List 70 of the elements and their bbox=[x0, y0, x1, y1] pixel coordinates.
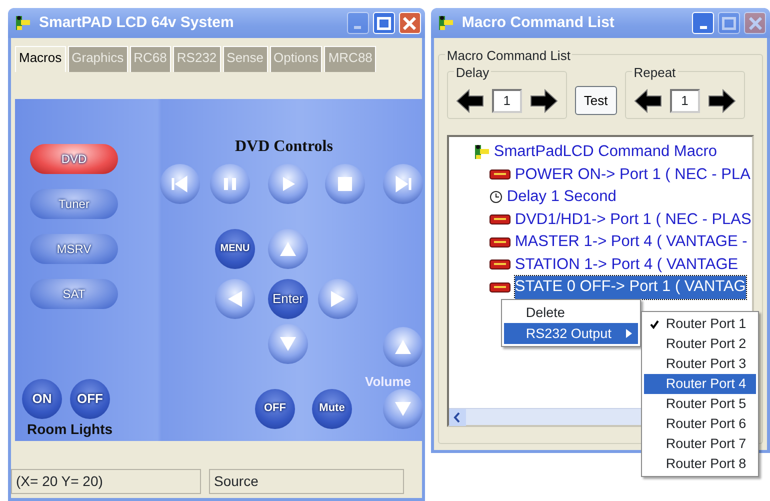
stop-button[interactable] bbox=[325, 164, 365, 204]
close-button[interactable] bbox=[398, 12, 421, 34]
left-arrow-icon[interactable] bbox=[634, 88, 662, 114]
round-button[interactable]: OFF bbox=[255, 388, 295, 428]
device-icon bbox=[488, 213, 511, 226]
menu-item[interactable]: RS232 Output bbox=[504, 322, 638, 344]
prev-button[interactable] bbox=[160, 164, 200, 204]
next-icon bbox=[393, 174, 413, 194]
menu-item[interactable]: Router Port 6 bbox=[644, 414, 756, 434]
checkmark-icon bbox=[650, 320, 659, 328]
status-text: (X= 20 Y= 20) bbox=[11, 469, 201, 494]
menu-item[interactable]: Delete bbox=[504, 302, 638, 322]
right-arrow-icon[interactable] bbox=[530, 88, 558, 114]
close-icon bbox=[748, 16, 762, 30]
tree-item[interactable]: SmartPadLCD Command Macro bbox=[494, 141, 717, 164]
device-icon bbox=[488, 168, 511, 182]
round-button[interactable]: OFF bbox=[70, 378, 110, 418]
tree-item[interactable]: STATE 0 OFF-> Port 1 ( VANTAG bbox=[514, 276, 746, 298]
app-icon bbox=[472, 144, 490, 160]
window-title: SmartPAD LCD 64v System bbox=[39, 12, 235, 33]
maximize-button[interactable] bbox=[372, 12, 395, 34]
left-button[interactable] bbox=[215, 278, 255, 318]
menu-item[interactable]: Router Port 4 bbox=[644, 374, 756, 394]
minimize-icon bbox=[700, 26, 706, 29]
right-arrow-icon[interactable] bbox=[708, 88, 736, 114]
down-button[interactable] bbox=[383, 388, 423, 428]
round-button[interactable]: MENU bbox=[215, 228, 255, 268]
menu-item[interactable]: Router Port 8 bbox=[644, 454, 756, 474]
delay-field[interactable]: 1 bbox=[492, 89, 522, 113]
tab[interactable]: Macros bbox=[15, 46, 66, 72]
next-button[interactable] bbox=[383, 164, 423, 204]
menu-item[interactable]: Router Port 3 bbox=[644, 354, 756, 374]
previous-icon bbox=[170, 174, 190, 194]
round-button[interactable]: ON bbox=[22, 378, 62, 418]
play-button[interactable] bbox=[268, 164, 308, 204]
test-button[interactable]: Test bbox=[574, 86, 617, 115]
device-icon bbox=[488, 258, 511, 272]
tree-item[interactable]: MASTER 1-> Port 4 ( VANTAGE - bbox=[514, 231, 748, 254]
menu-item[interactable]: Router Port 2 bbox=[644, 334, 756, 354]
tree-item[interactable]: STATION 1-> Port 4 ( VANTAGE bbox=[514, 254, 738, 276]
round-button[interactable]: Enter bbox=[268, 278, 308, 318]
maximize-icon bbox=[722, 16, 736, 30]
pause-button[interactable] bbox=[210, 164, 250, 204]
app-icon bbox=[14, 15, 31, 31]
repeat-field[interactable]: 1 bbox=[670, 89, 700, 113]
menu-item[interactable]: Router Port 5 bbox=[644, 394, 756, 414]
tree-item[interactable]: DVD1/HD1-> Port 1 ( NEC - PLAS bbox=[514, 208, 752, 231]
menu-item[interactable]: Router Port 7 bbox=[644, 434, 756, 454]
close-icon bbox=[403, 16, 416, 30]
left-arrow-icon[interactable] bbox=[456, 88, 484, 114]
status-text: Source bbox=[209, 469, 404, 494]
round-button[interactable]: Mute bbox=[312, 388, 352, 428]
right-button[interactable] bbox=[318, 278, 358, 318]
room-lights-label: Room Lights bbox=[27, 420, 113, 439]
minimize-icon bbox=[354, 26, 362, 29]
minimize-button[interactable] bbox=[692, 12, 714, 34]
menu-item[interactable]: Router Port 1 bbox=[644, 314, 756, 334]
volume-label: Volume bbox=[365, 372, 411, 390]
section-title: DVD Controls bbox=[235, 136, 333, 156]
tree-item[interactable]: Delay 1 Second bbox=[506, 186, 616, 208]
clock-icon bbox=[488, 190, 503, 204]
maximize-icon bbox=[376, 16, 391, 30]
up-button[interactable] bbox=[383, 326, 423, 366]
down-button[interactable] bbox=[268, 324, 308, 364]
app-icon bbox=[436, 15, 454, 31]
window-title: Macro Command List bbox=[462, 12, 616, 33]
device-icon bbox=[488, 236, 511, 249]
tree-item[interactable]: POWER ON-> Port 1 ( NEC - PLA bbox=[514, 164, 750, 186]
up-button[interactable] bbox=[268, 228, 308, 268]
device-icon bbox=[488, 280, 511, 294]
